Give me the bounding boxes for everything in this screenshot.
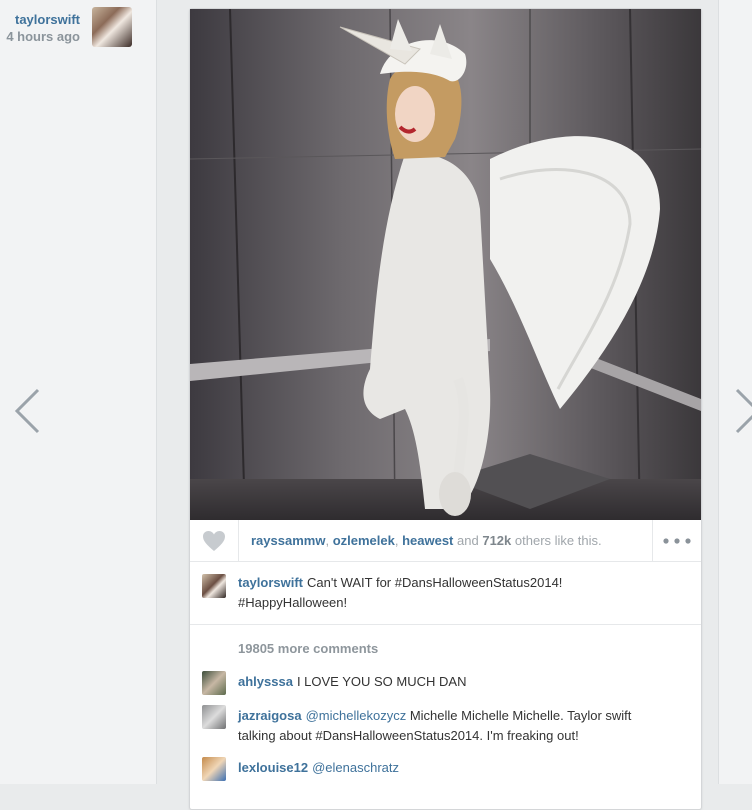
likes-and: and	[457, 533, 479, 548]
comment-body: Michelle Michelle Michelle. Taylor swift	[409, 708, 632, 723]
comment-item: ahlysssa I LOVE YOU SO MUCH DAN	[238, 672, 688, 692]
caption-line-2: #HappyHalloween!	[238, 595, 348, 610]
likes-summary: rayssammw, ozlemelek, heawest and 712k o…	[251, 533, 602, 548]
caption-text: taylorswift Can't WAIT for #DansHalloween…	[238, 573, 688, 613]
likes-suffix: others like this.	[514, 533, 602, 548]
caption: taylorswift Can't WAIT for #DansHalloween…	[190, 562, 701, 625]
caption-username[interactable]: taylorswift	[238, 575, 303, 590]
comment-item: jazraigosa @michellekozycz Michelle Miche…	[238, 706, 693, 746]
author-username[interactable]: taylorswift	[15, 12, 80, 27]
comment-avatar[interactable]	[202, 705, 226, 729]
more-options-button[interactable]	[652, 520, 701, 561]
comment-username[interactable]: jazraigosa	[238, 708, 302, 723]
comment-username[interactable]: lexlouise12	[238, 760, 308, 775]
liker-2[interactable]: ozlemelek	[333, 533, 395, 548]
more-comments-count: 19805	[238, 641, 275, 656]
more-comments-link[interactable]: 19805 more comments	[238, 641, 378, 656]
caption-avatar[interactable]	[202, 574, 226, 598]
comment-avatar[interactable]	[202, 671, 226, 695]
liker-1[interactable]: rayssammw	[251, 533, 325, 548]
previous-arrow-icon[interactable]	[12, 386, 42, 436]
heart-icon	[203, 530, 225, 551]
ellipsis-icon	[663, 537, 691, 544]
like-bar: rayssammw, ozlemelek, heawest and 712k o…	[190, 520, 701, 562]
comment-avatar[interactable]	[202, 757, 226, 781]
like-button[interactable]	[190, 520, 239, 561]
more-comments-label: more comments	[277, 641, 379, 656]
post-card: rayssammw, ozlemelek, heawest and 712k o…	[189, 8, 702, 810]
comment-body-line-2: talking about #DansHalloweenStatus2014. …	[238, 728, 579, 743]
likes-count[interactable]: 712k	[482, 533, 511, 548]
comment-mention[interactable]: @elenaschratz	[312, 760, 399, 775]
comment-body: I LOVE YOU SO MUCH DAN	[296, 674, 467, 689]
author-avatar[interactable]	[92, 7, 132, 47]
liker-3[interactable]: heawest	[402, 533, 453, 548]
comment-mention[interactable]: @michellekozycz	[306, 708, 407, 723]
post-photo[interactable]	[190, 9, 701, 520]
caption-line-1: Can't WAIT for #DansHalloweenStatus2014!	[307, 575, 563, 590]
next-arrow-icon[interactable]	[733, 386, 752, 436]
comment-username[interactable]: ahlysssa	[238, 674, 293, 689]
comment-item: lexlouise12 @elenaschratz	[238, 758, 688, 778]
post-timestamp: 4 hours ago	[6, 29, 80, 44]
